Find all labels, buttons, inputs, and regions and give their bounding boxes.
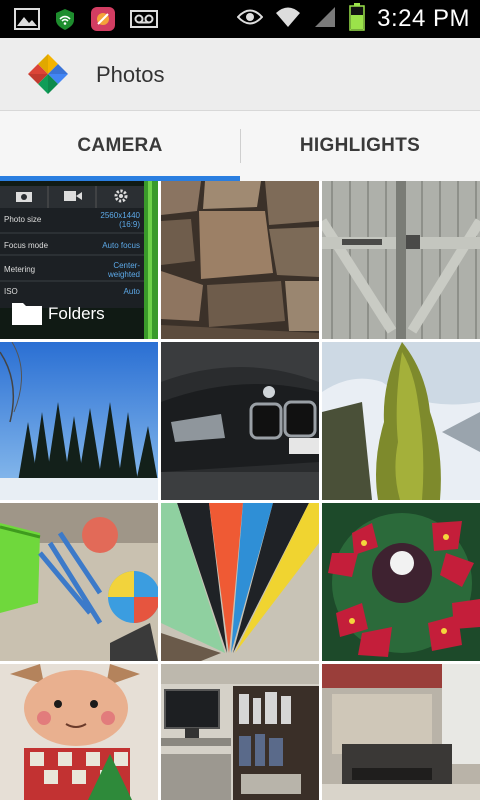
photo-thumbnail-stone-wall[interactable] (161, 181, 319, 339)
voicemail-icon (130, 10, 158, 33)
folders-tile[interactable]: Photo size 2560x1440 (16:9) Focus mode A… (0, 181, 158, 339)
wifi-icon (275, 6, 301, 33)
setting-metering: Metering Center-weighted (4, 261, 140, 279)
tab-camera[interactable]: CAMERA (0, 111, 240, 181)
setting-value: Auto (123, 287, 140, 296)
photo-thumbnail-desk-shelves[interactable] (161, 664, 319, 800)
tab-bar: CAMERA HIGHLIGHTS (0, 111, 480, 181)
app-title: Photos (96, 62, 165, 87)
photo-thumbnail-barn-door[interactable] (322, 181, 480, 339)
photos-logo-icon[interactable] (24, 50, 72, 98)
status-bar: 3:24 PM (0, 0, 480, 38)
setting-value: Center-weighted (107, 261, 140, 279)
setting-name: Photo size (4, 215, 42, 224)
photo-thumbnail-trees-blue-sky[interactable] (0, 342, 158, 500)
photo-thumbnail-umbrella[interactable] (161, 503, 319, 661)
clock: 3:24 PM (377, 5, 470, 32)
setting-iso: ISO Auto (4, 287, 140, 296)
photo-grid: Photo size 2560x1440 (16:9) Focus mode A… (0, 181, 480, 800)
setting-name: Focus mode (4, 241, 49, 250)
app-notification-icon (90, 6, 116, 37)
setting-value: Auto focus (102, 241, 140, 250)
folder-icon (12, 301, 42, 325)
video-icon (64, 191, 82, 201)
tab-highlights[interactable]: HIGHLIGHTS (240, 111, 480, 181)
battery-icon (349, 2, 365, 36)
photo-thumbnail-poinsettia-wreath[interactable] (322, 503, 480, 661)
gear-icon (114, 189, 128, 203)
setting-photo-size: Photo size 2560x1440 (16:9) (4, 211, 140, 229)
gallery-icon (14, 8, 40, 35)
photo-thumbnail-evergreen-snow[interactable] (322, 342, 480, 500)
signal-icon (313, 6, 337, 33)
photo-thumbnail-reindeer-toy[interactable] (0, 664, 158, 800)
setting-name: ISO (4, 287, 18, 296)
setting-value: 2560x1440 (16:9) (100, 211, 140, 229)
setting-name: Metering (4, 265, 36, 274)
photo-thumbnail-desk-window[interactable] (322, 664, 480, 800)
eye-icon (236, 8, 264, 31)
app-bar: Photos (0, 38, 480, 111)
photo-thumbnail-car-front[interactable] (161, 342, 319, 500)
photo-thumbnail-toys-floor[interactable] (0, 503, 158, 661)
camera-icon (16, 190, 32, 202)
setting-focus-mode: Focus mode Auto focus (4, 241, 140, 250)
wifi-shield-icon (54, 7, 76, 36)
folders-label: Folders (48, 304, 105, 323)
